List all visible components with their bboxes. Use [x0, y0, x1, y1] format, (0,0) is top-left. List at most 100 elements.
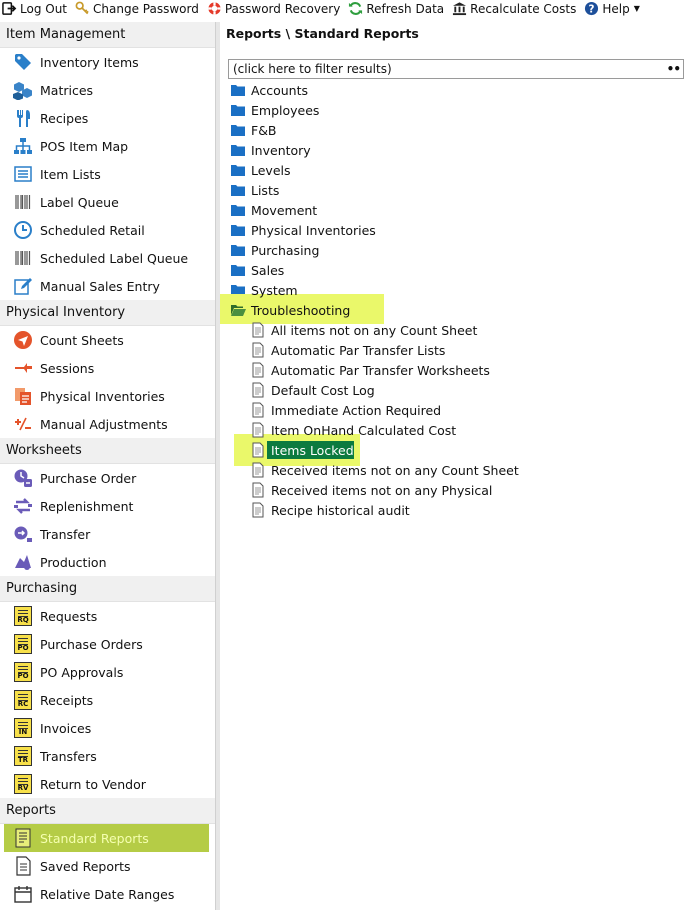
logout-button[interactable]: Log Out [2, 0, 67, 17]
tree-folder-physical-inventories[interactable]: Physical Inventories [220, 220, 684, 240]
help-menu-button[interactable]: ? Help ▼ [584, 0, 640, 17]
sidebar-item-scheduled-label-queue[interactable]: Scheduled Label Queue [0, 244, 215, 272]
tree-report-automatic-par-transfer-lists[interactable]: Automatic Par Transfer Lists [220, 340, 684, 360]
tree-folder-label: Lists [251, 182, 280, 198]
tree-report-label: Recipe historical audit [271, 502, 410, 518]
tree-folder-label: Sales [251, 262, 285, 278]
tag-icon [15, 54, 31, 70]
sidebar-item-transfers[interactable]: TR Transfers [0, 742, 215, 770]
sidebar-item-label: Label Queue [40, 194, 119, 210]
tree-folder-label: System [251, 282, 298, 298]
recalculate-costs-button[interactable]: Recalculate Costs [452, 0, 576, 17]
utensils-icon [12, 107, 34, 129]
tree-folder-troubleshooting[interactable]: Troubleshooting [220, 294, 684, 324]
sidebar-item-label: Recipes [40, 110, 89, 126]
sidebar-item-label-queue[interactable]: Label Queue [0, 188, 215, 216]
sidebar-item-physical-inventories[interactable]: Physical Inventories [0, 382, 215, 410]
sidebar-item-recipes[interactable]: Recipes [0, 104, 215, 132]
production-icon [15, 555, 31, 570]
tree-report-all-items-not-on-any-count-sheet[interactable]: All items not on any Count Sheet [220, 320, 684, 340]
sidebar-item-item-lists[interactable]: Item Lists [0, 160, 215, 188]
clock-icon [14, 221, 32, 239]
sidebar-item-return-to-vendor[interactable]: RV Return to Vendor [0, 770, 215, 798]
tree-folder-inventory[interactable]: Inventory [220, 140, 684, 160]
sidebar-item-relative-date-ranges[interactable]: Relative Date Ranges [0, 880, 215, 908]
sitemap-icon [14, 138, 32, 154]
sidebar-item-receipts[interactable]: RC Receipts [0, 686, 215, 714]
sidebar-item-transfer[interactable]: Transfer [0, 520, 215, 548]
sidebar-item-matrices[interactable]: Matrices [0, 76, 215, 104]
sidebar-item-scheduled-retail[interactable]: Scheduled Retail [0, 216, 215, 244]
section-header: Item Management [0, 22, 215, 48]
tree-folder-label: Troubleshooting [251, 302, 351, 318]
help-icon: ? [585, 1, 599, 15]
tree-folder-lists[interactable]: Lists [220, 180, 684, 200]
tree-folder-accounts[interactable]: Accounts [220, 80, 684, 100]
tree-folder-f-b[interactable]: F&B [220, 120, 684, 140]
transfer-icon [12, 523, 34, 545]
sidebar-item-invoices[interactable]: IN Invoices [0, 714, 215, 742]
sidebar-item-manual-sales-entry[interactable]: Manual Sales Entry [0, 272, 215, 300]
tree-report-items-locked[interactable]: Items Locked [220, 434, 684, 466]
filter-options-icon[interactable]: •• [667, 62, 681, 76]
report-document-icon [252, 502, 264, 518]
document-badge-icon: RQ [12, 605, 34, 627]
tree-report-immediate-action-required[interactable]: Immediate Action Required [220, 400, 684, 420]
sidebar-item-purchase-orders[interactable]: PO Purchase Orders [0, 630, 215, 658]
tag-icon [12, 51, 34, 73]
folder-icon [231, 225, 245, 236]
folder-icon [231, 125, 245, 136]
sidebar-item-saved-reports[interactable]: Saved Reports [0, 852, 215, 880]
tree-folder-label: Physical Inventories [251, 222, 376, 238]
sidebar-item-production[interactable]: Production [0, 548, 215, 576]
sidebar-item-label: Standard Reports [40, 830, 149, 846]
report-document-icon [252, 462, 264, 478]
tree-folder-movement[interactable]: Movement [220, 200, 684, 220]
tree-report-label: Automatic Par Transfer Lists [271, 342, 446, 358]
send-icon [14, 331, 32, 349]
logout-icon [2, 2, 17, 15]
tree-folder-employees[interactable]: Employees [220, 100, 684, 120]
sidebar-item-purchase-order[interactable]: Purchase Order [0, 464, 215, 492]
badge-text: IN [14, 718, 32, 738]
tree-folder-system[interactable]: System [220, 280, 684, 300]
tree-report-default-cost-log[interactable]: Default Cost Log [220, 380, 684, 400]
filter-input[interactable]: (click here to filter results) •• [228, 59, 684, 79]
sidebar-item-standard-reports[interactable]: Standard Reports [4, 824, 209, 852]
tree-report-label: Item OnHand Calculated Cost [271, 422, 457, 438]
barcode-icon [15, 251, 31, 265]
refresh-data-button[interactable]: Refresh Data [348, 0, 444, 17]
sidebar-item-replenishment[interactable]: Replenishment [0, 492, 215, 520]
refresh-data-label: Refresh Data [366, 1, 445, 16]
tree-folder-purchasing[interactable]: Purchasing [220, 240, 684, 260]
sidebar-item-label: Manual Adjustments [40, 416, 168, 432]
tree-report-label: Default Cost Log [271, 382, 375, 398]
change-password-button[interactable]: Change Password [75, 0, 199, 17]
sidebar-item-label: Saved Reports [40, 858, 131, 874]
sidebar-item-label: Relative Date Ranges [40, 886, 175, 902]
sidebar-item-pos-item-map[interactable]: POS Item Map [0, 132, 215, 160]
tree-folder-levels[interactable]: Levels [220, 160, 684, 180]
sidebar-item-requests[interactable]: RQ Requests [0, 602, 215, 630]
tree-folder-sales[interactable]: Sales [220, 260, 684, 280]
sidebar-item-label: Requests [40, 608, 98, 624]
tree-report-recipe-historical-audit[interactable]: Recipe historical audit [220, 500, 684, 520]
sidebar-item-label: Matrices [40, 82, 94, 98]
tree-report-automatic-par-transfer-worksheets[interactable]: Automatic Par Transfer Worksheets [220, 360, 684, 380]
password-recovery-button[interactable]: Password Recovery [207, 0, 340, 17]
purchase-order-icon [12, 467, 34, 489]
sidebar-item-manual-adjustments[interactable]: Manual Adjustments [0, 410, 215, 438]
sidebar-item-count-sheets[interactable]: Count Sheets [0, 326, 215, 354]
badge-text: TR [14, 746, 32, 766]
recalculate-costs-label: Recalculate Costs [470, 1, 577, 16]
sidebar-item-po-approvals[interactable]: PO PO Approvals [0, 658, 215, 686]
tree-report-received-items-not-on-any-physical[interactable]: Received items not on any Physical [220, 480, 684, 500]
sidebar-item-label: Production [40, 554, 107, 570]
sidebar-item-inventory-items[interactable]: Inventory Items [0, 48, 215, 76]
tree-report-item-onhand-calculated-cost[interactable]: Item OnHand Calculated Cost [220, 420, 684, 440]
sidebar-item-sessions[interactable]: Sessions [0, 354, 215, 382]
tree-report-received-items-not-on-any-count-sheet[interactable]: Received items not on any Count Sheet [220, 460, 684, 480]
section-header: Physical Inventory [0, 300, 215, 326]
sidebar-item-label: Transfers [40, 748, 97, 764]
barcode-icon [12, 191, 34, 213]
